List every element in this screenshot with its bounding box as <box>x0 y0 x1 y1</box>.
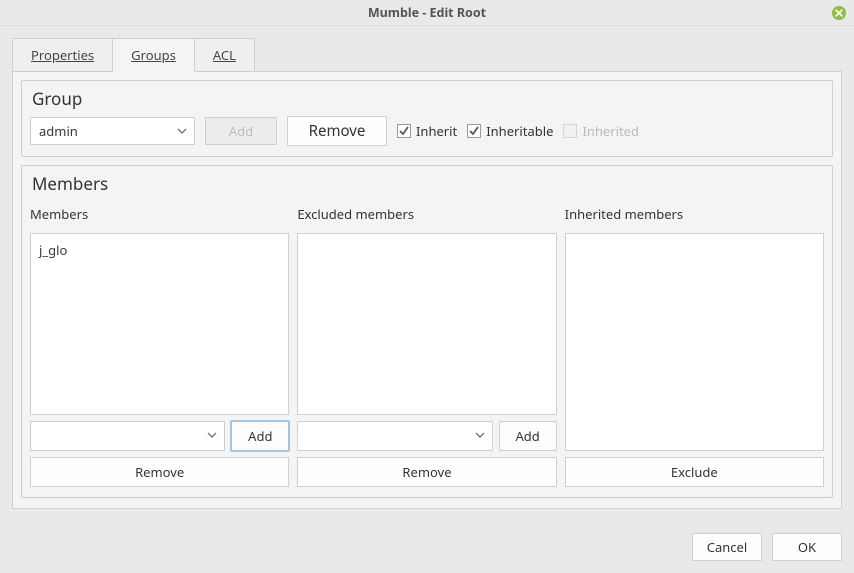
cancel-button[interactable]: Cancel <box>692 533 762 561</box>
members-column-title: Members <box>30 205 289 223</box>
window-title: Mumble - Edit Root <box>368 4 486 21</box>
chevron-down-icon <box>206 427 218 445</box>
titlebar: Mumble - Edit Root <box>0 0 854 26</box>
list-item[interactable]: j_glo <box>39 240 280 260</box>
inherited-exclude-button[interactable]: Exclude <box>565 457 824 487</box>
group-combo[interactable]: admin <box>30 117 195 145</box>
inherited-checkbox: Inherited <box>563 122 639 140</box>
tab-groups[interactable]: Groups <box>113 38 195 72</box>
chevron-down-icon <box>176 125 188 137</box>
members-add-combo[interactable] <box>30 421 225 451</box>
ok-button[interactable]: OK <box>772 533 842 561</box>
inherit-checkbox[interactable]: Inherit <box>397 122 457 140</box>
members-panel-title: Members <box>32 172 824 195</box>
inherited-label: Inherited <box>582 122 639 140</box>
members-remove-button[interactable]: Remove <box>30 457 289 487</box>
tab-panel-groups: Group admin Add Remove <box>12 71 842 509</box>
inheritable-label: Inheritable <box>486 122 553 140</box>
members-add-button[interactable]: Add <box>231 421 289 451</box>
members-column: Members j_glo Add <box>30 201 289 487</box>
inherited-column-title: Inherited members <box>565 205 824 223</box>
members-listbox[interactable]: j_glo <box>30 233 289 415</box>
tab-acl[interactable]: ACL <box>195 38 255 72</box>
excluded-listbox[interactable] <box>297 233 556 415</box>
tab-properties[interactable]: Properties <box>12 38 113 72</box>
members-panel: Members Members j_glo <box>21 165 833 498</box>
close-icon[interactable] <box>831 5 847 21</box>
inherited-column: Inherited members Exclude <box>565 201 824 487</box>
group-panel-title: Group <box>32 87 824 110</box>
excluded-column: Excluded members Add Remove <box>297 201 556 487</box>
group-combo-value: admin <box>39 122 78 140</box>
dialog-footer: Cancel OK <box>0 521 854 573</box>
excluded-column-title: Excluded members <box>297 205 556 223</box>
group-panel: Group admin Add Remove <box>21 80 833 157</box>
inherit-label: Inherit <box>416 122 457 140</box>
excluded-remove-button[interactable]: Remove <box>297 457 556 487</box>
inherited-listbox[interactable] <box>565 233 824 451</box>
group-remove-button[interactable]: Remove <box>287 116 387 146</box>
tabbar: Properties Groups ACL <box>12 38 842 72</box>
excluded-add-button[interactable]: Add <box>499 421 557 451</box>
chevron-down-icon <box>474 427 486 445</box>
excluded-add-combo[interactable] <box>297 421 492 451</box>
group-add-button: Add <box>205 117 277 145</box>
inheritable-checkbox[interactable]: Inheritable <box>467 122 553 140</box>
